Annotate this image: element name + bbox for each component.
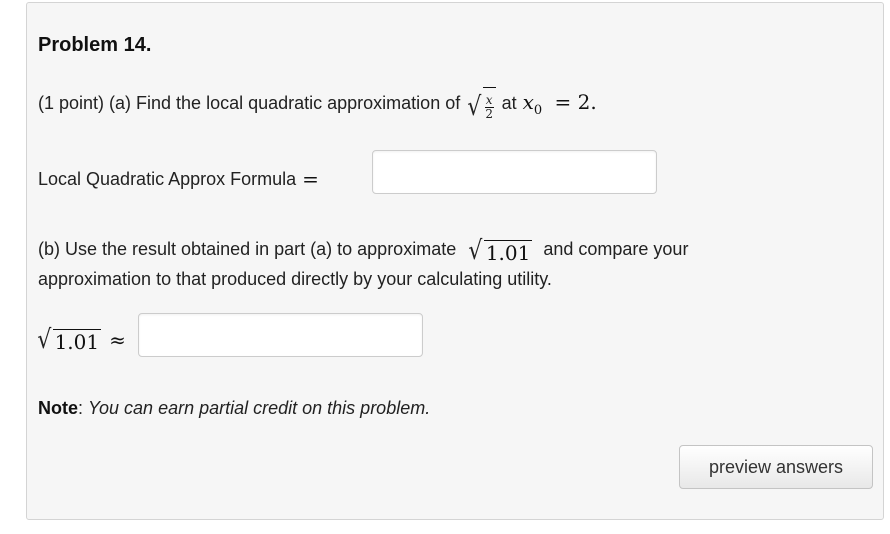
fraction-denominator: 2 [485,106,493,121]
part-a-text: (1 point) (a) Find the local quadratic a… [38,93,461,114]
note-text: You can earn partial credit on this prob… [88,398,431,418]
radical-sign: √ [467,92,482,123]
point-value: = 2. [554,89,597,114]
radical-sign: √ [37,325,52,355]
part-a-statement: (1 point) (a) Find the local quadratic a… [38,87,597,120]
approx-symbol: ≈ [109,328,126,352]
problem-title: Problem 14. [38,34,152,56]
fraction-numerator: x [484,93,494,108]
sqrt-x-over-2: √ x 2 [466,87,496,123]
note-label: Note [38,398,78,418]
fraction-x-over-2: x 2 [484,93,494,121]
radical-sign: √ [468,236,483,266]
formula-label: Local Quadratic Approx Formula [38,168,297,189]
formula-equals: = [302,167,319,191]
formula-row: Local Quadratic Approx Formula = [38,167,319,191]
part-b-text-3: approximation to that produced directly … [38,269,552,289]
formula-answer-input[interactable] [372,150,657,194]
point-variable: x [522,89,534,114]
problem-panel: Problem 14. (1 point) (a) Find the local… [26,2,884,520]
preview-answers-button[interactable]: preview answers [679,445,873,489]
part-b-text-2: and compare your [543,239,689,259]
radicand: x 2 [482,87,496,121]
point-expression: x0 = 2. [523,90,597,118]
sqrt-1-01-approx: √ 1.01 [36,325,102,355]
part-b-text-1: (b) Use the result obtained in part (a) … [38,239,457,259]
radicand-1-01-approx: 1.01 [52,329,102,354]
point-subscript: 0 [533,102,543,118]
approx-answer-input[interactable] [138,313,423,357]
part-b-statement: (b) Use the result obtained in part (a) … [38,234,838,294]
sqrt-1-01: √ 1.01 [467,236,533,266]
radicand-1-01: 1.01 [483,240,533,265]
note: Note: You can earn partial credit on thi… [38,398,431,418]
approx-row: √ 1.01 ≈ [36,327,126,353]
at-text: at [501,93,517,114]
